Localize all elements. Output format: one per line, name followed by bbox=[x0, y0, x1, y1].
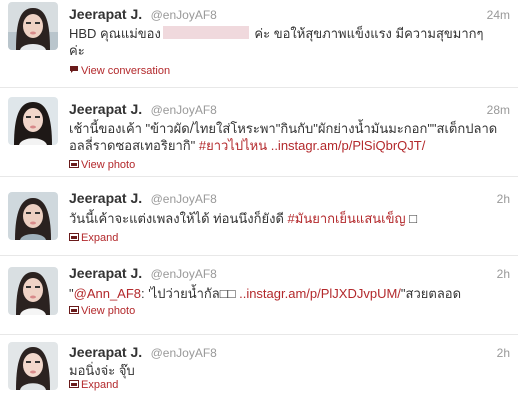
tweet-item[interactable]: Jeerapat J. @enJoyAF8 28m เช้านี้ของเค้า… bbox=[0, 89, 518, 177]
expand-icon bbox=[69, 232, 79, 244]
mention-link[interactable]: @Ann_AF8 bbox=[74, 286, 141, 301]
tweet-username[interactable]: @enJoyAF8 bbox=[151, 346, 217, 360]
tweet-text: มอนิ่งจ่ะ จุ๊บ bbox=[69, 363, 135, 378]
tweet-text: "@Ann_AF8: 'ไปว่ายน้ำกัล□□ ..instagr.am/… bbox=[69, 285, 499, 302]
expand-icon bbox=[69, 379, 79, 391]
tweet-item[interactable]: Jeerapat J. @enJoyAF8 24m HBD คุณแม่ของ … bbox=[0, 0, 518, 88]
tweet-fullname[interactable]: Jeerapat J. bbox=[69, 6, 142, 22]
view-photo-label: View photo bbox=[81, 305, 136, 317]
tweet-text: เช้านี้ของเค้า "ข้าวผัด/ไทยใส่โหระพา"กิน… bbox=[69, 120, 499, 154]
tweet-text-part: : 'ไปว่ายน้ำกัล□□ bbox=[141, 286, 240, 301]
speech-bubble-icon bbox=[69, 65, 79, 77]
tweet-header: Jeerapat J. @enJoyAF8 2h bbox=[69, 344, 510, 362]
view-conversation-label: View conversation bbox=[81, 65, 171, 77]
avatar[interactable] bbox=[8, 192, 58, 240]
view-photo-link[interactable]: View photo bbox=[69, 159, 135, 171]
tweet-header: Jeerapat J. @enJoyAF8 2h bbox=[69, 265, 510, 283]
view-photo-link[interactable]: View photo bbox=[69, 305, 135, 317]
avatar[interactable] bbox=[8, 97, 58, 145]
tweet-text-part: HBD คุณแม่ของ bbox=[69, 26, 161, 41]
photo-icon bbox=[69, 159, 79, 171]
tweet-item[interactable]: Jeerapat J. @enJoyAF8 2h วันนี้เค้าจะแต่… bbox=[0, 178, 518, 256]
redacted-block bbox=[162, 26, 249, 39]
tweet-fullname[interactable]: Jeerapat J. bbox=[69, 101, 142, 117]
avatar[interactable] bbox=[8, 2, 58, 50]
tweet-item[interactable]: Jeerapat J. @enJoyAF8 2h มอนิ่งจ่ะ จุ๊บ … bbox=[0, 336, 518, 402]
tweet-fullname[interactable]: Jeerapat J. bbox=[69, 190, 142, 206]
expand-link[interactable]: Expand bbox=[69, 232, 118, 244]
tweet-timestamp[interactable]: 24m bbox=[487, 8, 510, 22]
tweet-timestamp[interactable]: 2h bbox=[497, 346, 510, 360]
url-link[interactable]: ..instagr.am/p/PlJXDJvpUM/ bbox=[239, 286, 401, 301]
tweet-fullname[interactable]: Jeerapat J. bbox=[69, 344, 142, 360]
tweet-item[interactable]: Jeerapat J. @enJoyAF8 2h "@Ann_AF8: 'ไปว… bbox=[0, 257, 518, 335]
tweet-timestamp[interactable]: 2h bbox=[497, 267, 510, 281]
expand-label: Expand bbox=[81, 379, 119, 391]
tweet-text-part: วันนี้เค้าจะแต่งเพลงให้ได้ ท่อนนึงก็ยังด… bbox=[69, 211, 288, 226]
hashtag-link[interactable]: #ยาวไปไหน bbox=[199, 138, 267, 153]
tweet-header: Jeerapat J. @enJoyAF8 28m bbox=[69, 101, 510, 119]
hashtag-link[interactable]: #มันยากเย็นแสนเข็ญ bbox=[288, 211, 406, 226]
tweet-username[interactable]: @enJoyAF8 bbox=[151, 192, 217, 206]
tweet-username[interactable]: @enJoyAF8 bbox=[151, 267, 217, 281]
avatar[interactable] bbox=[8, 267, 58, 315]
tweet-text: วันนี้เค้าจะแต่งเพลงให้ได้ ท่อนนึงก็ยังด… bbox=[69, 210, 499, 227]
tweet-text-part: □ bbox=[405, 211, 418, 226]
tweet-header: Jeerapat J. @enJoyAF8 2h bbox=[69, 190, 510, 208]
url-link[interactable]: ..instagr.am/p/PlSiQbrQJT/ bbox=[267, 138, 426, 153]
tweet-text-part: "สวยตลอด bbox=[400, 286, 462, 301]
view-photo-label: View photo bbox=[81, 159, 136, 171]
tweet-username[interactable]: @enJoyAF8 bbox=[151, 103, 217, 117]
tweet-header: Jeerapat J. @enJoyAF8 24m bbox=[69, 6, 510, 24]
timeline: Jeerapat J. @enJoyAF8 24m HBD คุณแม่ของ … bbox=[0, 0, 518, 402]
expand-link[interactable]: Expand bbox=[69, 379, 118, 391]
photo-icon bbox=[69, 305, 79, 317]
tweet-timestamp[interactable]: 2h bbox=[497, 192, 510, 206]
tweet-timestamp[interactable]: 28m bbox=[487, 103, 510, 117]
expand-label: Expand bbox=[81, 232, 119, 244]
view-conversation-link[interactable]: View conversation bbox=[69, 65, 170, 77]
avatar[interactable] bbox=[8, 342, 58, 390]
tweet-text: HBD คุณแม่ของ ค่ะ ขอให้สุขภาพแข็งแรง มีค… bbox=[69, 25, 499, 59]
tweet-username[interactable]: @enJoyAF8 bbox=[151, 8, 217, 22]
tweet-fullname[interactable]: Jeerapat J. bbox=[69, 265, 142, 281]
